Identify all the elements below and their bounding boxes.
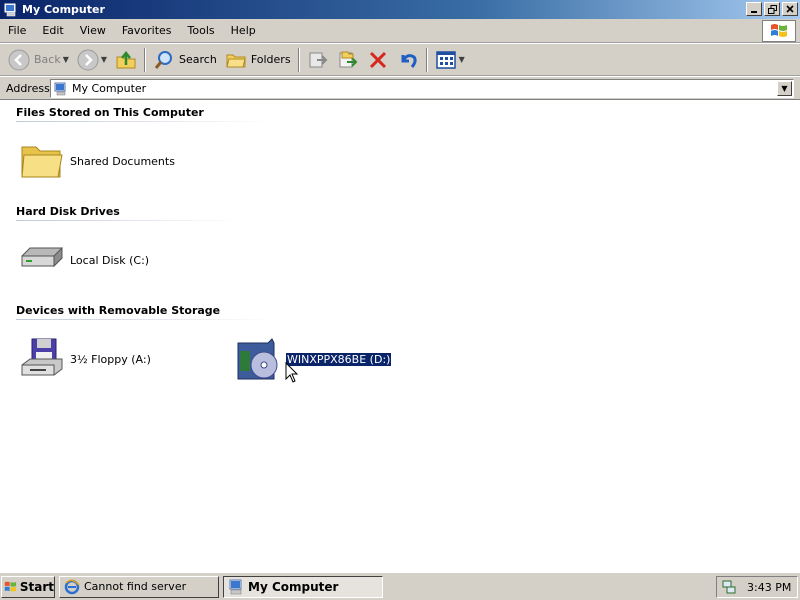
task-label: Cannot find server <box>84 580 187 593</box>
toolbar-separator <box>144 47 147 72</box>
restore-icon <box>767 4 777 14</box>
address-dropdown-button[interactable]: ▼ <box>777 81 792 96</box>
toolbar: Back ▼ ▼ Search Folders ▼ <box>0 44 800 76</box>
folders-button[interactable]: Folders <box>221 47 295 73</box>
forward-button[interactable]: ▼ <box>73 47 111 73</box>
undo-icon <box>401 53 417 68</box>
folder-icon <box>21 146 63 178</box>
cd-drive-icon <box>237 338 278 380</box>
minimize-icon <box>751 11 757 13</box>
group-divider <box>16 319 272 320</box>
back-label: Back <box>34 53 61 66</box>
item-label: Shared Documents <box>70 154 175 168</box>
network-icon[interactable] <box>721 579 737 595</box>
my-computer-icon <box>54 82 66 95</box>
minimize-button[interactable] <box>746 2 762 16</box>
window-title: My Computer <box>22 3 105 16</box>
menu-bar: File Edit View Favorites Tools Help <box>0 19 800 43</box>
group-divider <box>16 121 272 122</box>
windows-flag-icon <box>4 581 17 591</box>
item-cd-drive-d[interactable]: WINXPPX86BE (D:) <box>234 335 393 383</box>
hard-disk-icon <box>21 246 63 268</box>
mouse-pointer-icon <box>285 362 299 383</box>
group-divider <box>16 220 240 221</box>
menu-favorites[interactable]: Favorites <box>114 21 180 41</box>
my-computer-icon <box>229 579 242 594</box>
group-heading-files-stored: Files Stored on This Computer <box>16 106 204 119</box>
folders-label: Folders <box>250 53 291 66</box>
move-to-button[interactable] <box>303 47 333 73</box>
item-floppy-a[interactable]: 3½ Floppy (A:) <box>18 335 151 383</box>
menu-help[interactable]: Help <box>223 21 264 41</box>
views-icon <box>435 50 456 69</box>
task-cannot-find-server[interactable]: Cannot find server <box>59 575 219 598</box>
copy-to-icon <box>339 51 357 67</box>
taskbar: Start Cannot find server My Computer 3:4… <box>0 572 800 600</box>
views-button[interactable]: ▼ <box>431 47 469 73</box>
restore-button[interactable] <box>764 2 780 16</box>
chevron-down-icon: ▼ <box>781 84 788 93</box>
address-label: Address <box>6 81 50 95</box>
undo-button[interactable] <box>393 47 423 73</box>
task-label: My Computer <box>248 579 339 594</box>
start-label: Start <box>19 579 54 594</box>
item-label: WINXPPX86BE (D:) <box>284 351 393 367</box>
toolbar-separator <box>297 47 300 72</box>
ie-icon <box>64 579 80 594</box>
group-heading-removable-storage: Devices with Removable Storage <box>16 304 221 317</box>
chevron-down-icon[interactable]: ▼ <box>101 55 107 64</box>
start-button[interactable]: Start <box>1 575 55 598</box>
clock[interactable]: 3:43 PM <box>747 581 791 594</box>
item-shared-documents[interactable]: Shared Documents <box>18 137 175 185</box>
task-my-computer[interactable]: My Computer <box>223 575 383 598</box>
windows-logo <box>762 20 796 42</box>
address-bar: Address My Computer ▼ <box>0 77 800 100</box>
item-label: Local Disk (C:) <box>70 253 150 267</box>
menu-view[interactable]: View <box>72 21 114 41</box>
system-tray: 3:43 PM <box>716 576 798 598</box>
copy-to-button[interactable] <box>333 47 363 73</box>
search-icon <box>154 50 173 69</box>
close-button[interactable] <box>782 2 798 16</box>
forward-arrow-icon <box>77 49 99 70</box>
up-folder-icon <box>116 50 136 68</box>
up-folder-button[interactable] <box>111 47 141 73</box>
menu-file[interactable]: File <box>0 21 34 41</box>
address-input[interactable]: My Computer ▼ <box>50 79 794 98</box>
item-local-disk-c[interactable]: Local Disk (C:) <box>18 236 149 284</box>
delete-x-icon <box>369 51 386 68</box>
menu-tools[interactable]: Tools <box>180 21 223 41</box>
chevron-down-icon[interactable]: ▼ <box>63 55 69 64</box>
item-label: 3½ Floppy (A:) <box>70 352 151 366</box>
my-computer-icon <box>4 3 16 16</box>
group-heading-hard-disk-drives: Hard Disk Drives <box>16 205 120 218</box>
windows-flag-icon <box>771 24 787 37</box>
search-button[interactable]: Search <box>149 47 221 73</box>
search-label: Search <box>179 53 217 66</box>
back-arrow-icon <box>8 49 30 70</box>
file-view[interactable]: Files Stored on This Computer Shared Doc… <box>0 101 800 572</box>
close-icon <box>786 5 794 13</box>
menu-edit[interactable]: Edit <box>34 21 71 41</box>
floppy-drive-icon <box>21 338 63 376</box>
delete-button[interactable] <box>363 47 393 73</box>
title-bar[interactable]: My Computer <box>0 0 800 19</box>
folders-icon <box>226 54 246 67</box>
address-value: My Computer <box>72 82 147 95</box>
back-button[interactable]: Back ▼ <box>4 47 73 73</box>
chevron-down-icon[interactable]: ▼ <box>459 55 465 64</box>
move-to-icon <box>309 52 327 67</box>
toolbar-separator <box>425 47 428 72</box>
